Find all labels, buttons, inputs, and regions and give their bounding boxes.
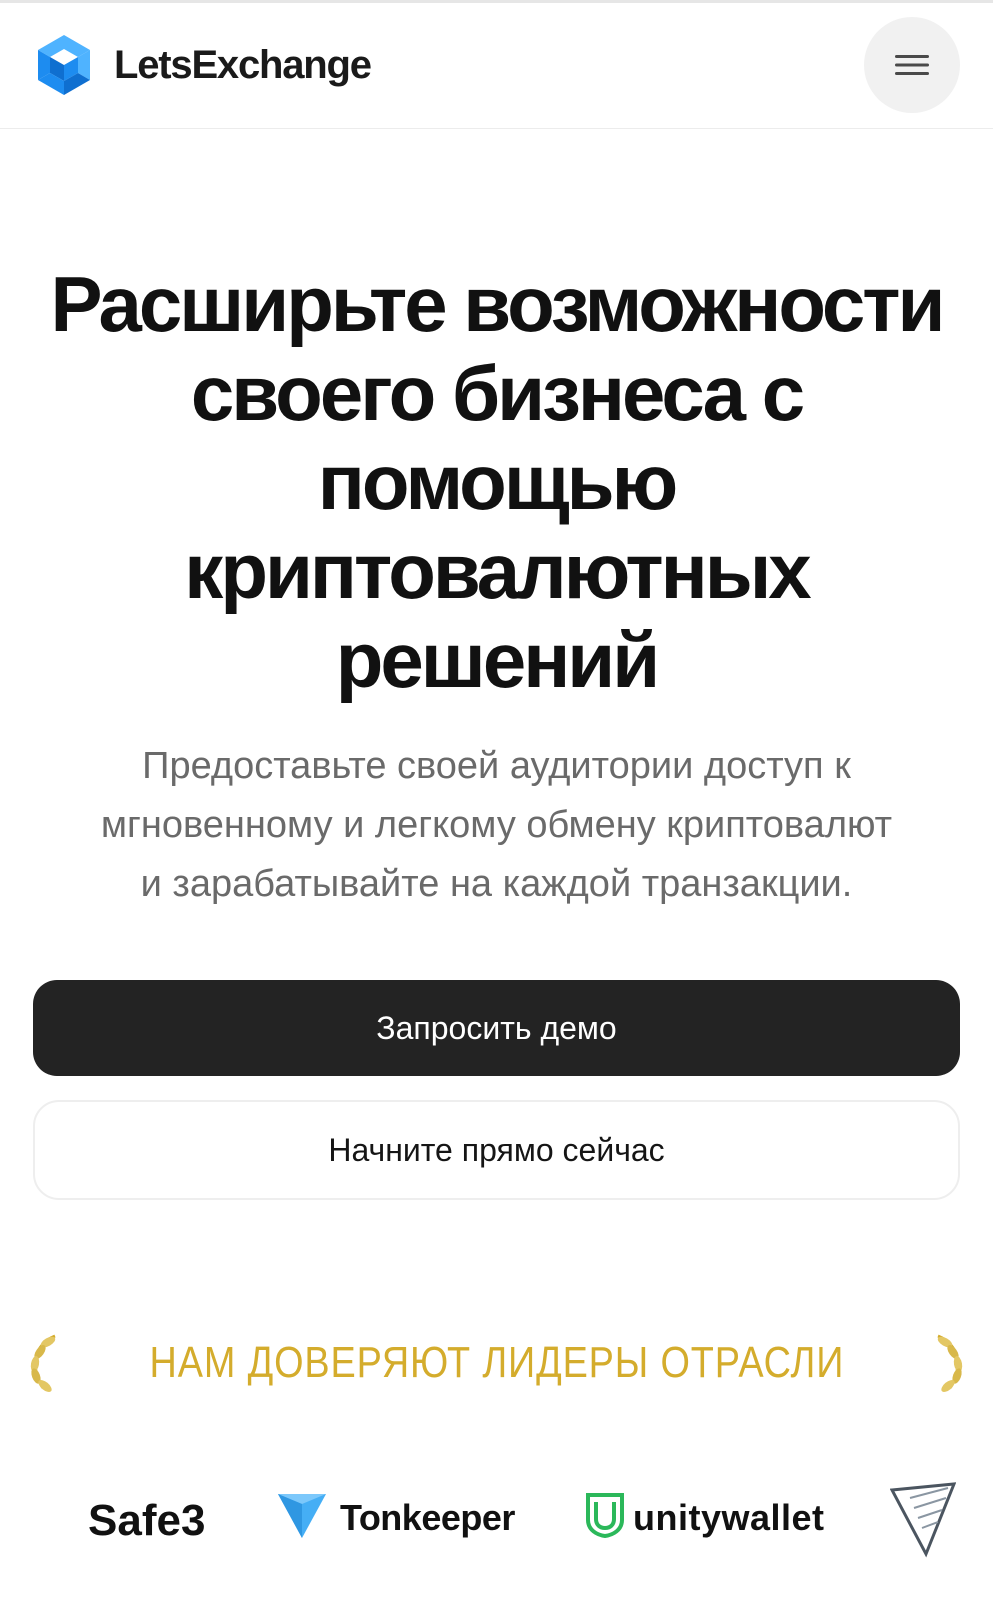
- letsexchange-cube-icon: [34, 33, 94, 97]
- hero-title-line: помощью: [317, 438, 678, 526]
- hero-subtitle-line: мгновенному и легкому обмену криптовалют: [100, 804, 893, 846]
- hero-subtitle: Предоставьте своей аудитории доступ к мг…: [20, 737, 973, 914]
- brand-name: LetsExchange: [114, 42, 372, 87]
- menu-button[interactable]: [864, 17, 960, 113]
- hero-subtitle-line: Предоставьте своей аудитории доступ к: [142, 745, 851, 787]
- partner-fourth: [889, 1478, 957, 1563]
- site-header: LetsExchange: [0, 3, 993, 129]
- hero-subtitle-line: и зарабатывайте на каждой транзакции.: [140, 863, 853, 905]
- hero-title-line: своего бизнеса с: [190, 349, 805, 437]
- hamburger-menu-icon: [895, 53, 929, 77]
- hero-title-line: криптовалютных: [184, 527, 811, 615]
- partner-tonkeeper: Tonkeeper: [278, 1490, 515, 1545]
- unitywallet-shield-icon: [585, 1492, 625, 1543]
- partner-logos: Safe3 Tonkeeper unitywallet: [0, 1470, 993, 1580]
- hero-title: Расширьте возможности своего бизнеса с п…: [20, 260, 973, 705]
- hero-title-line: решений: [335, 616, 660, 704]
- partner-name: unitywallet: [633, 1496, 825, 1538]
- hero-title-line: Расширьте возможности: [50, 260, 946, 348]
- tonkeeper-diamond-icon: [278, 1490, 326, 1545]
- laurel-icon: [926, 1330, 972, 1396]
- trust-label: НАМ ДОВЕРЯЮТ ЛИДЕРЫ ОТРАСЛИ: [149, 1338, 844, 1387]
- partner-safe3: Safe3: [88, 1496, 205, 1546]
- partner-name: Tonkeeper: [340, 1496, 515, 1538]
- partner-unitywallet: unitywallet: [585, 1492, 825, 1543]
- laurel-icon: [21, 1330, 67, 1396]
- brand-logo-link[interactable]: LetsExchange: [34, 33, 372, 97]
- trust-banner: НАМ ДОВЕРЯЮТ ЛИДЕРЫ ОТРАСЛИ: [0, 1323, 993, 1403]
- partner-name: Safe3: [88, 1496, 206, 1545]
- request-demo-button[interactable]: Запросить демо: [33, 980, 960, 1076]
- start-now-button[interactable]: Начните прямо сейчас: [33, 1100, 960, 1200]
- partner-triangle-logo-icon: [889, 1478, 957, 1563]
